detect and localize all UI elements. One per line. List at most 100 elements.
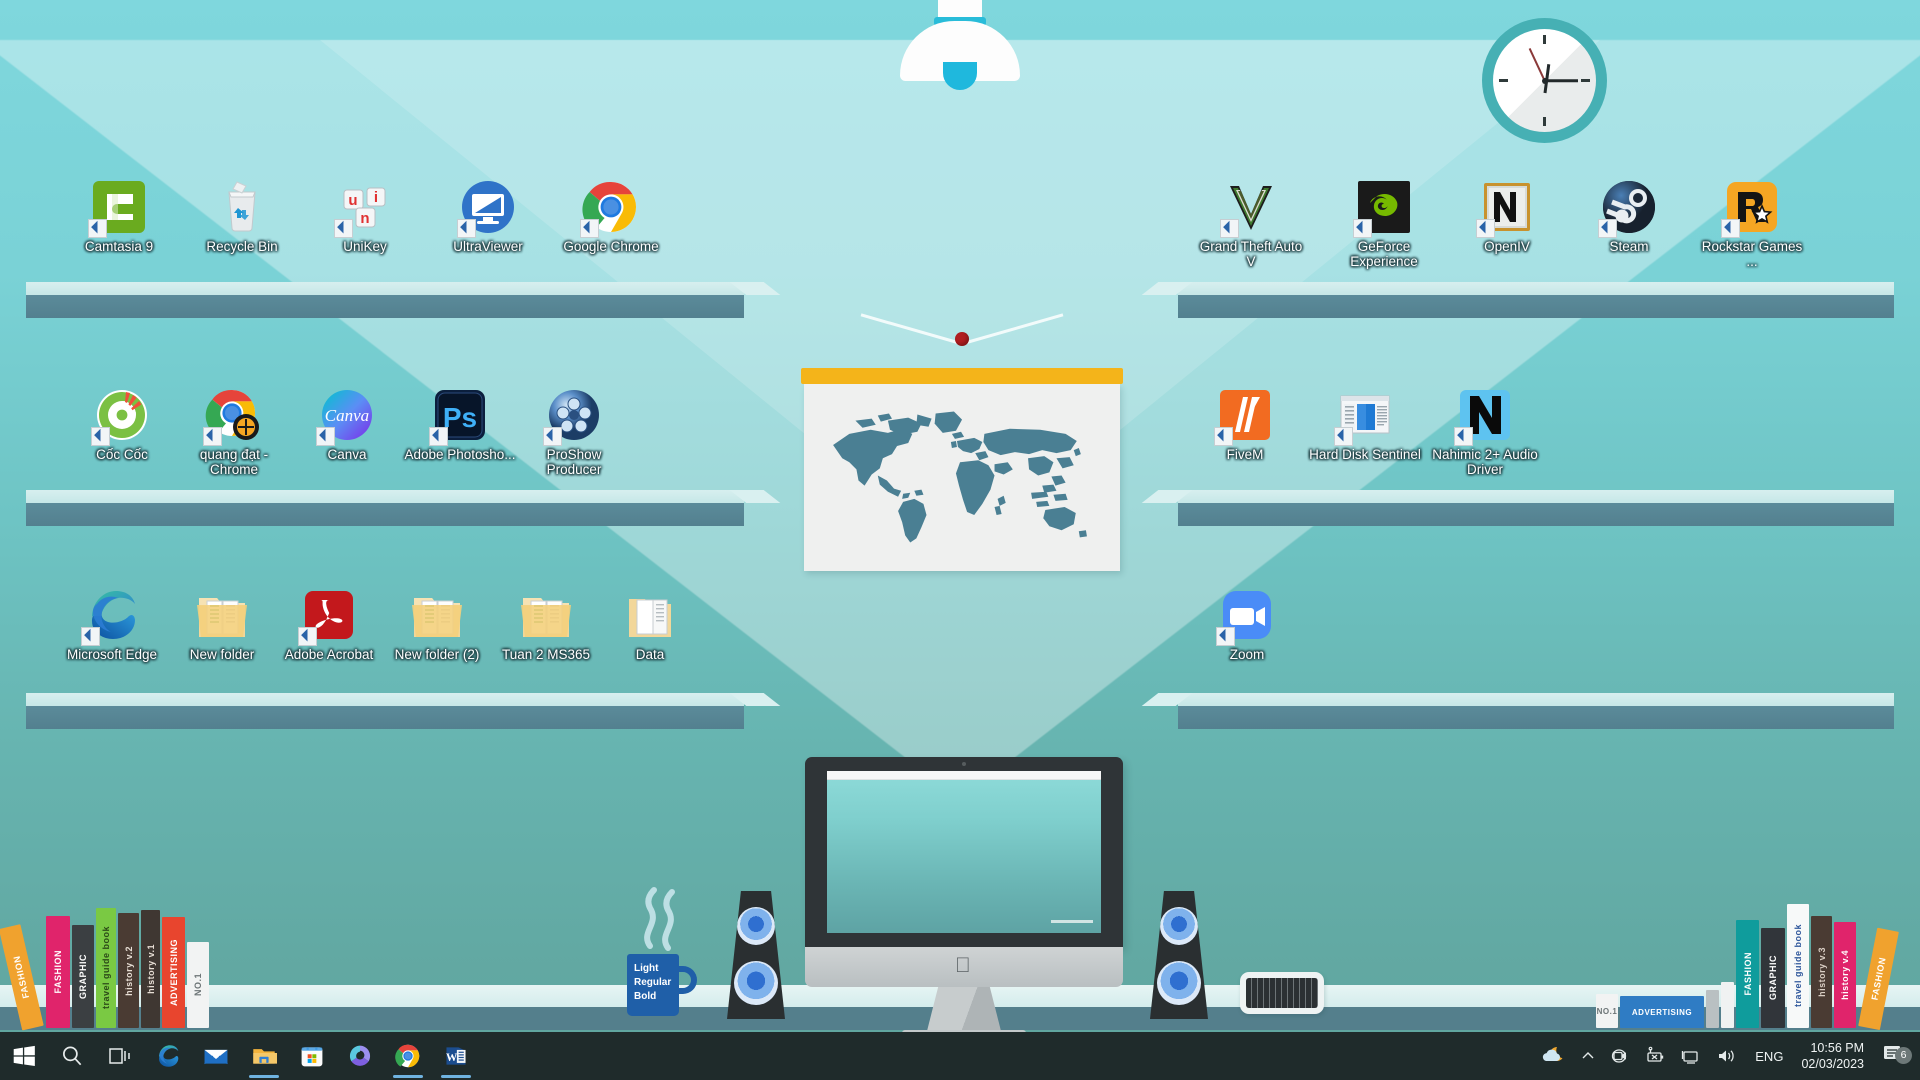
mug-line-3: Bold [634, 991, 657, 1002]
desktop-icon-microsoft-edge[interactable]: Microsoft Edge [56, 586, 168, 662]
desktop-icon-adobe-acrobat[interactable]: Adobe Acrobat [273, 586, 385, 662]
desktop-icon-quang-dat-chrome[interactable]: quang đạt - Chrome [178, 386, 290, 477]
language-indicator[interactable]: ENG [1745, 1049, 1793, 1064]
hard-disk-sentinel-icon [1334, 386, 1394, 446]
shelf-2-right [1141, 490, 1894, 526]
taskbar[interactable]: W ENG 10:56 PM 02/03/2023 6 [0, 1032, 1920, 1080]
taskbar-pinned-apps: W [0, 1032, 480, 1080]
clock-face [1493, 29, 1596, 132]
book-title: NO.1 [1596, 1006, 1618, 1016]
book-history-v-1-5: history v.1 [141, 910, 160, 1028]
shortcut-overlay-icon [1214, 427, 1233, 446]
imac-screen [827, 771, 1101, 933]
book-fashion-1: FASHION [46, 916, 70, 1028]
ceiling-lamp [895, 0, 1025, 90]
task-view-button[interactable] [96, 1032, 144, 1080]
weather-night-cloud-icon[interactable] [1533, 1032, 1573, 1080]
desktop-icon-grand-theft-auto-v[interactable]: Grand Theft Auto V [1195, 178, 1307, 269]
desktop-icon-adobe-photoshop[interactable]: Ps Adobe Photosho... [404, 386, 516, 462]
desktop-icon-rockstar-games[interactable]: Rockstar Games ... [1696, 178, 1808, 269]
word-icon: W [443, 1043, 469, 1069]
clock-center-pin [1541, 77, 1548, 84]
taskbar-file-explorer[interactable] [240, 1032, 288, 1080]
clock-datetime[interactable]: 10:56 PM 02/03/2023 [1793, 1040, 1874, 1072]
taskbar-word[interactable]: W [432, 1032, 480, 1080]
clock-tick-12 [1543, 35, 1546, 44]
shortcut-overlay-icon [1476, 219, 1495, 238]
desktop-icon-steam[interactable]: Steam [1573, 178, 1685, 254]
photoshop-icon: Ps [429, 386, 489, 446]
microsoft-store-icon [299, 1043, 325, 1069]
search-button[interactable] [48, 1032, 96, 1080]
tray-date: 02/03/2023 [1801, 1057, 1864, 1071]
taskbar-mail[interactable] [192, 1032, 240, 1080]
imac-screen-toolbar [827, 771, 1101, 780]
book-title: history v.1 [145, 944, 156, 994]
desktop-icon-recycle-bin[interactable]: Recycle Bin [186, 178, 298, 254]
desktop-icon-unikey[interactable]: u i n UniKey [309, 178, 421, 254]
action-center-icon[interactable]: 6 [1874, 1042, 1916, 1071]
book-title: history v.4 [1840, 950, 1850, 1000]
desktop-icon-fivem[interactable]: FiveM [1189, 386, 1301, 462]
desktop-icon-geforce-experience[interactable]: GeForce Experience [1328, 178, 1440, 269]
tray-time: 10:56 PM [1810, 1041, 1864, 1055]
volume-icon[interactable] [1709, 1032, 1745, 1080]
folder-icon [517, 586, 575, 644]
desktop-icon-camtasia-9[interactable]: Camtasia 9 [63, 178, 175, 254]
book-title: FASHION [1742, 952, 1753, 996]
keyboard [1240, 972, 1324, 1014]
folder-icon [193, 586, 251, 644]
desktop-icon-ultraviewer[interactable]: UltraViewer [432, 178, 544, 254]
coccoc-icon [91, 386, 151, 446]
desktop-icon-label: ProShow Producer [546, 447, 602, 477]
desktop-icon-proshow-producer[interactable]: ProShow Producer [518, 386, 630, 477]
imac-body [805, 757, 1123, 947]
desktop-icon-label: OpenIV [1484, 239, 1530, 254]
network-icon[interactable] [1673, 1032, 1709, 1080]
desktop-icon-new-folder-2[interactable]: New folder (2) [381, 586, 493, 662]
desktop-icon-canva[interactable]: Canva Canva [291, 386, 403, 462]
shelf-3-left [26, 693, 781, 729]
desktop-icon-data[interactable]: Data [594, 586, 706, 662]
clock-second-hand [1528, 47, 1546, 81]
taskbar-office[interactable] [336, 1032, 384, 1080]
shortcut-overlay-icon [1334, 427, 1353, 446]
desktop-icon-label: quang đạt - Chrome [199, 447, 269, 477]
desktop-icon-label: Data [635, 647, 665, 662]
taskbar-microsoft-store[interactable] [288, 1032, 336, 1080]
shortcut-overlay-icon [429, 427, 448, 446]
taskbar-chrome[interactable] [384, 1032, 432, 1080]
shortcut-overlay-icon [1220, 219, 1239, 238]
desktop-icon-tuan-2-ms365[interactable]: Tuan 2 MS365 [490, 586, 602, 662]
windows-logo-icon [11, 1043, 37, 1069]
desktop-icon-coc-coc[interactable]: Cốc Cốc [66, 386, 178, 462]
desktop-icon-nahimic-audio-driver[interactable]: Nahimic 2+ Audio Driver [1429, 386, 1541, 477]
battery-no-battery-icon[interactable] [1637, 1032, 1673, 1080]
poster-nail [955, 332, 969, 346]
chevron-up-icon[interactable] [1573, 1032, 1603, 1080]
desktop-icon-openiv[interactable]: OpenIV [1451, 178, 1563, 254]
desktop-icon-label: Recycle Bin [206, 239, 278, 254]
book-title: NO.1 [193, 973, 203, 997]
search-icon [59, 1043, 85, 1069]
desktop-icon-new-folder[interactable]: New folder [166, 586, 278, 662]
shelf-1-left [26, 282, 781, 318]
book-graphic-5: GRAPHIC [1761, 928, 1785, 1028]
imac-stand-neck [926, 987, 1002, 1035]
imac-camera [962, 762, 966, 766]
unikey-icon: uin [334, 178, 394, 238]
desktop-icon-hard-disk-sentinel[interactable]: Hard Disk Sentinel [1309, 386, 1421, 462]
clock-tick-6 [1543, 117, 1546, 126]
svg-text:W: W [446, 1052, 458, 1064]
shortcut-overlay-icon [81, 627, 100, 646]
book-title: FASHION [53, 950, 63, 994]
zoom-icon [1216, 586, 1276, 646]
desktop-icon-google-chrome[interactable]: Google Chrome [555, 178, 667, 254]
desktop-icon-zoom[interactable]: Zoom [1191, 586, 1303, 662]
book-title: travel guide book [1793, 924, 1803, 1008]
desktop-icon-label: New folder [189, 647, 255, 662]
start-button[interactable] [0, 1032, 48, 1080]
taskbar-edge[interactable] [144, 1032, 192, 1080]
camera-icon[interactable] [1603, 1032, 1637, 1080]
shortcut-overlay-icon [1598, 219, 1617, 238]
